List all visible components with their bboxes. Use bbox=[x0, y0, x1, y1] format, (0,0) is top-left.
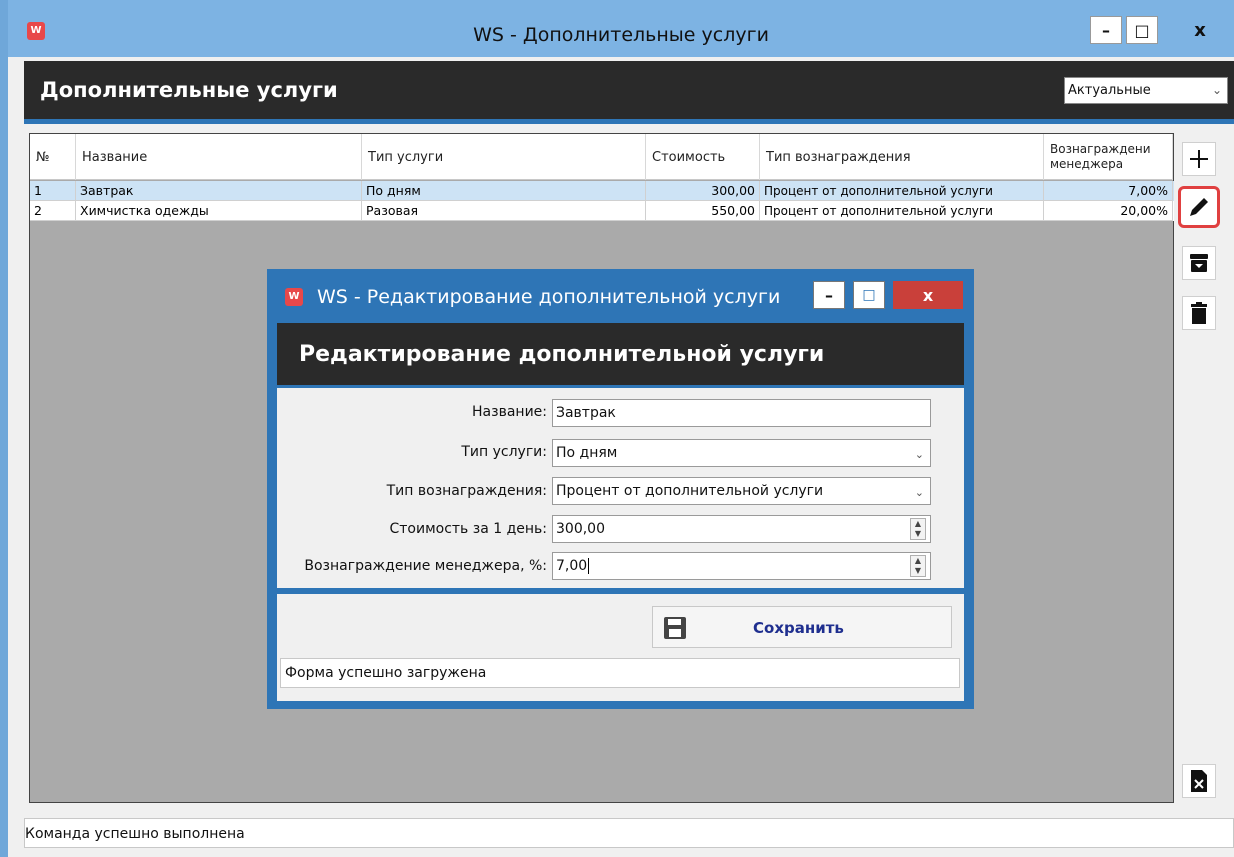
status-text: Команда успешно выполнена bbox=[25, 826, 245, 842]
filter-dropdown-value: Актуальные bbox=[1068, 83, 1151, 98]
column-header-name[interactable]: Название bbox=[76, 134, 362, 180]
cell-name: Завтрак bbox=[76, 181, 362, 201]
page-header: Дополнительные услуги Актуальные ⌄ bbox=[24, 61, 1234, 119]
add-button[interactable] bbox=[1182, 142, 1216, 176]
export-button[interactable] bbox=[1182, 764, 1216, 798]
cell-type: Разовая bbox=[362, 201, 646, 221]
export-icon bbox=[1191, 770, 1207, 792]
dialog-titlebar: W WS - Редактирование дополнительной усл… bbox=[267, 269, 974, 321]
cost-value: 300,00 bbox=[556, 521, 605, 537]
archive-button[interactable] bbox=[1182, 246, 1216, 280]
column-header-reward[interactable]: Вознаграждени менеджера bbox=[1044, 134, 1173, 180]
header-accent-bar bbox=[24, 119, 1234, 124]
manager-reward-stepper[interactable]: 7,00 ▲ ▼ bbox=[552, 552, 931, 580]
dialog-header: Редактирование дополнительной услуги bbox=[277, 323, 964, 385]
service-type-label: Тип услуги: bbox=[461, 444, 547, 460]
filter-dropdown[interactable]: Актуальные ⌄ bbox=[1064, 77, 1228, 104]
dialog-minimize-button[interactable]: – bbox=[813, 281, 845, 309]
cell-num: 1 bbox=[30, 181, 76, 201]
window-title: WS - Дополнительные услуги bbox=[473, 24, 769, 46]
cell-cost: 300,00 bbox=[646, 181, 760, 201]
dialog-header-title: Редактирование дополнительной услуги bbox=[299, 342, 825, 367]
dialog-status-text: Форма успешно загружена bbox=[285, 665, 487, 681]
spin-arrows-icon[interactable]: ▲ ▼ bbox=[910, 555, 926, 577]
service-type-value: По дням bbox=[556, 445, 618, 461]
cost-stepper[interactable]: 300,00 ▲ ▼ bbox=[552, 515, 931, 543]
column-header-cost[interactable]: Стоимость bbox=[646, 134, 760, 180]
cell-name: Химчистка одежды bbox=[76, 201, 362, 221]
table-row[interactable]: 1 Завтрак По дням 300,00 Процент от допо… bbox=[30, 181, 1174, 201]
manager-reward-label: Вознаграждение менеджера, %: bbox=[304, 558, 547, 574]
chevron-down-icon: ⌄ bbox=[914, 448, 924, 461]
dialog-logo-icon: W bbox=[285, 288, 303, 306]
delete-button[interactable] bbox=[1182, 296, 1216, 330]
edit-button[interactable] bbox=[1178, 186, 1220, 228]
dialog-status-bar: Форма успешно загружена bbox=[280, 658, 960, 688]
save-button[interactable]: Сохранить bbox=[652, 606, 952, 648]
chevron-down-icon: ⌄ bbox=[914, 486, 924, 499]
name-field-value: Завтрак bbox=[556, 405, 616, 421]
cell-cost: 550,00 bbox=[646, 201, 760, 221]
reward-type-label: Тип вознаграждения: bbox=[386, 483, 547, 499]
cell-reward-type: Процент от дополнительной услуги bbox=[760, 181, 1044, 201]
status-bar: Команда успешно выполнена bbox=[24, 818, 1234, 848]
cell-reward: 20,00% bbox=[1044, 201, 1173, 221]
cost-label: Стоимость за 1 день: bbox=[389, 521, 547, 537]
page-title: Дополнительные услуги bbox=[40, 78, 338, 102]
dialog-title: WS - Редактирование дополнительной услуг… bbox=[317, 286, 781, 308]
spin-arrows-icon[interactable]: ▲ ▼ bbox=[910, 518, 926, 540]
minimize-button[interactable]: – bbox=[1090, 16, 1122, 44]
main-window: W WS - Дополнительные услуги – □ x Допол… bbox=[0, 0, 1234, 857]
text-cursor bbox=[588, 558, 590, 574]
close-button[interactable]: x bbox=[1172, 16, 1228, 44]
cell-reward: 7,00% bbox=[1044, 181, 1173, 201]
save-button-label: Сохранить bbox=[753, 619, 844, 637]
column-header-type[interactable]: Тип услуги bbox=[362, 134, 646, 180]
service-type-select[interactable]: По дням ⌄ bbox=[552, 439, 931, 467]
cell-reward-type: Процент от дополнительной услуги bbox=[760, 201, 1044, 221]
name-field[interactable]: Завтрак bbox=[552, 399, 931, 427]
cell-type: По дням bbox=[362, 181, 646, 201]
reward-type-value: Процент от дополнительной услуги bbox=[556, 483, 824, 499]
floppy-disk-icon bbox=[664, 617, 686, 639]
maximize-button[interactable]: □ bbox=[1126, 16, 1158, 44]
window-titlebar: W WS - Дополнительные услуги – □ x bbox=[8, 0, 1234, 57]
chevron-down-icon: ⌄ bbox=[1211, 83, 1222, 97]
plus-icon bbox=[1190, 150, 1208, 168]
pencil-icon bbox=[1190, 198, 1208, 216]
table-row[interactable]: 2 Химчистка одежды Разовая 550,00 Процен… bbox=[30, 201, 1174, 221]
dialog-close-button[interactable]: x bbox=[893, 281, 963, 309]
cell-num: 2 bbox=[30, 201, 76, 221]
reward-type-select[interactable]: Процент от дополнительной услуги ⌄ bbox=[552, 477, 931, 505]
column-header-reward-type[interactable]: Тип вознаграждения bbox=[760, 134, 1044, 180]
table-header: № Название Тип услуги Стоимость Тип возн… bbox=[30, 134, 1173, 180]
manager-reward-value: 7,00 bbox=[556, 558, 588, 574]
column-header-num[interactable]: № bbox=[30, 134, 76, 180]
trash-icon bbox=[1191, 302, 1207, 324]
name-label: Название: bbox=[472, 404, 547, 420]
archive-icon bbox=[1190, 254, 1208, 272]
dialog-maximize-button[interactable]: □ bbox=[853, 281, 885, 309]
